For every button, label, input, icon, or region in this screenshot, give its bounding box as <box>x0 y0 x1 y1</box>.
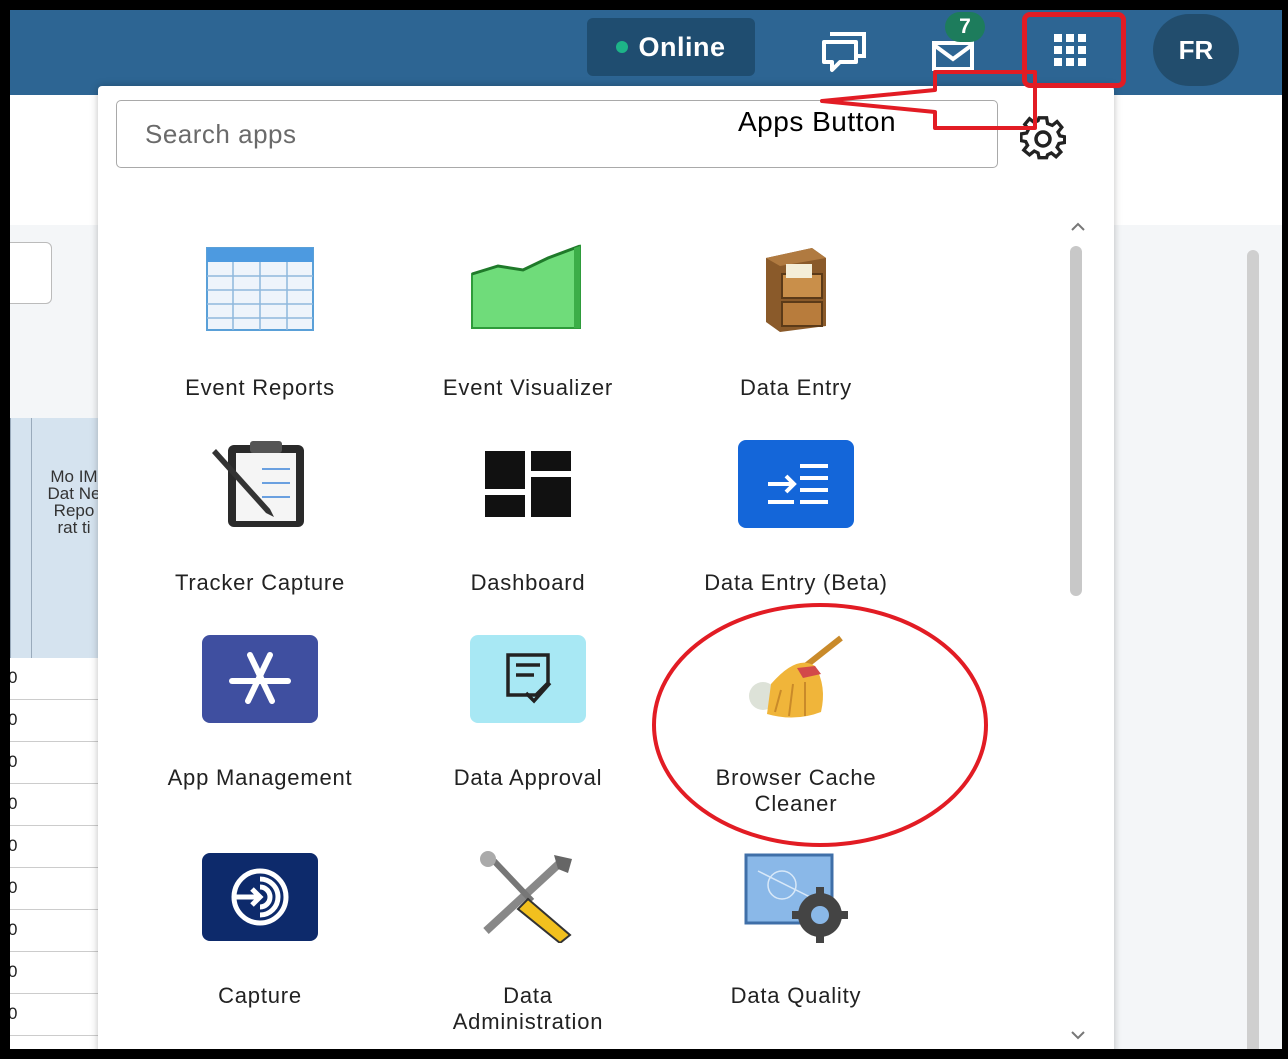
cell-value: 0 <box>8 836 18 855</box>
app-label: Browser Cache Cleaner <box>715 765 877 816</box>
app-label: Dashboard <box>470 570 586 595</box>
data-entry-beta-icon <box>736 436 856 532</box>
app-event-visualizer[interactable]: Event Visualizer <box>394 241 662 401</box>
tracker-capture-icon <box>200 436 320 532</box>
app-tracker-capture[interactable]: Tracker Capture <box>126 436 394 596</box>
capture-icon <box>200 849 320 945</box>
cell-value: 0 <box>8 962 18 981</box>
chat-icon <box>822 32 866 72</box>
app-label: Data Approval <box>453 765 603 790</box>
cell-value: 0 <box>8 878 18 897</box>
user-avatar[interactable]: FR <box>1153 14 1239 86</box>
app-capture[interactable]: Capture <box>126 849 394 1009</box>
cell-value: 0 <box>8 752 18 771</box>
page-scrollbar[interactable] <box>1244 230 1266 1049</box>
cell-value: 0 <box>8 794 18 813</box>
app-label: Data Entry <box>740 375 852 400</box>
data-approval-icon <box>468 631 588 727</box>
table-row: 0 <box>10 784 98 826</box>
table-row: 0 <box>10 868 98 910</box>
cell-value: 0 <box>8 920 18 939</box>
scroll-down-icon[interactable] <box>1068 1028 1088 1042</box>
app-label: Tracker Capture <box>174 570 346 595</box>
app-label: Data Entry (Beta) <box>704 570 888 595</box>
background-input[interactable] <box>10 242 52 304</box>
data-administration-icon <box>468 849 588 945</box>
column-divider <box>31 418 32 658</box>
apps-panel-scrollbar-thumb[interactable] <box>1070 246 1082 596</box>
app-label: Capture <box>218 983 302 1008</box>
app-label: Event Visualizer <box>442 375 614 400</box>
app-browser-cache-cleaner[interactable]: Browser Cache Cleaner <box>662 631 930 817</box>
page-scrollbar-thumb[interactable] <box>1247 250 1259 1049</box>
app-data-administration[interactable]: Data Administration <box>394 849 662 1035</box>
data-entry-icon <box>736 241 856 337</box>
browser-cache-cleaner-icon <box>736 631 856 727</box>
online-status-label: Online <box>638 31 726 62</box>
apps-button-highlight <box>1022 12 1126 88</box>
table-rows: 0 0 0 0 0 0 0 0 0 0 <box>8 658 98 1059</box>
app-data-quality[interactable]: Data Quality <box>662 849 930 1009</box>
app-event-reports[interactable]: Event Reports <box>126 241 394 401</box>
screenshot-frame: Online 7 FR Mo IM Dat Ne Repo rat ti 0 0… <box>0 0 1288 1059</box>
table-row: 0 <box>10 910 98 952</box>
interpretations-button[interactable] <box>815 22 875 82</box>
table-row: 0 <box>10 994 98 1036</box>
table-row: 0 <box>8 1036 98 1059</box>
table-row: 0 <box>10 826 98 868</box>
table-row: 0 <box>10 700 98 742</box>
table-row: 0 <box>10 742 98 784</box>
apps-menu-panel: Event Reports Event Visualizer <box>98 86 1114 1049</box>
cell-value: 0 <box>8 668 18 687</box>
app-dashboard[interactable]: Dashboard <box>394 436 662 596</box>
app-label: Data Quality <box>730 983 862 1008</box>
dashboard-icon <box>468 436 588 532</box>
event-visualizer-icon <box>468 241 588 337</box>
annotation-label: Apps Button <box>738 106 897 137</box>
apps-panel-scrollbar[interactable] <box>1066 216 1088 1049</box>
cell-value: 0 <box>8 1046 18 1059</box>
cell-value: 0 <box>8 1004 18 1023</box>
app-data-entry[interactable]: Data Entry <box>662 241 930 401</box>
app-app-management[interactable]: App Management <box>126 631 394 791</box>
apps-settings-button[interactable] <box>1019 114 1067 160</box>
online-status: Online <box>587 18 755 76</box>
app-label: Data Administration <box>452 983 604 1034</box>
column-header-text: Mo IM Dat Ne Repo rat ti <box>47 467 101 537</box>
messages-count-badge: 7 <box>945 12 985 42</box>
cell-value: 0 <box>8 710 18 729</box>
app-label: App Management <box>167 765 353 790</box>
table-row: 0 <box>10 952 98 994</box>
app-management-icon <box>200 631 320 727</box>
data-quality-icon <box>736 849 856 945</box>
app-label: Event Reports <box>185 375 335 400</box>
event-reports-icon <box>200 241 320 337</box>
table-column-header <box>10 418 99 658</box>
scroll-up-icon[interactable] <box>1068 220 1088 234</box>
gear-icon <box>1019 116 1067 160</box>
online-dot-icon <box>616 41 629 53</box>
app-data-approval[interactable]: Data Approval <box>394 631 662 791</box>
table-row: 0 <box>10 658 98 700</box>
app-data-entry-beta[interactable]: Data Entry (Beta) <box>662 436 930 596</box>
